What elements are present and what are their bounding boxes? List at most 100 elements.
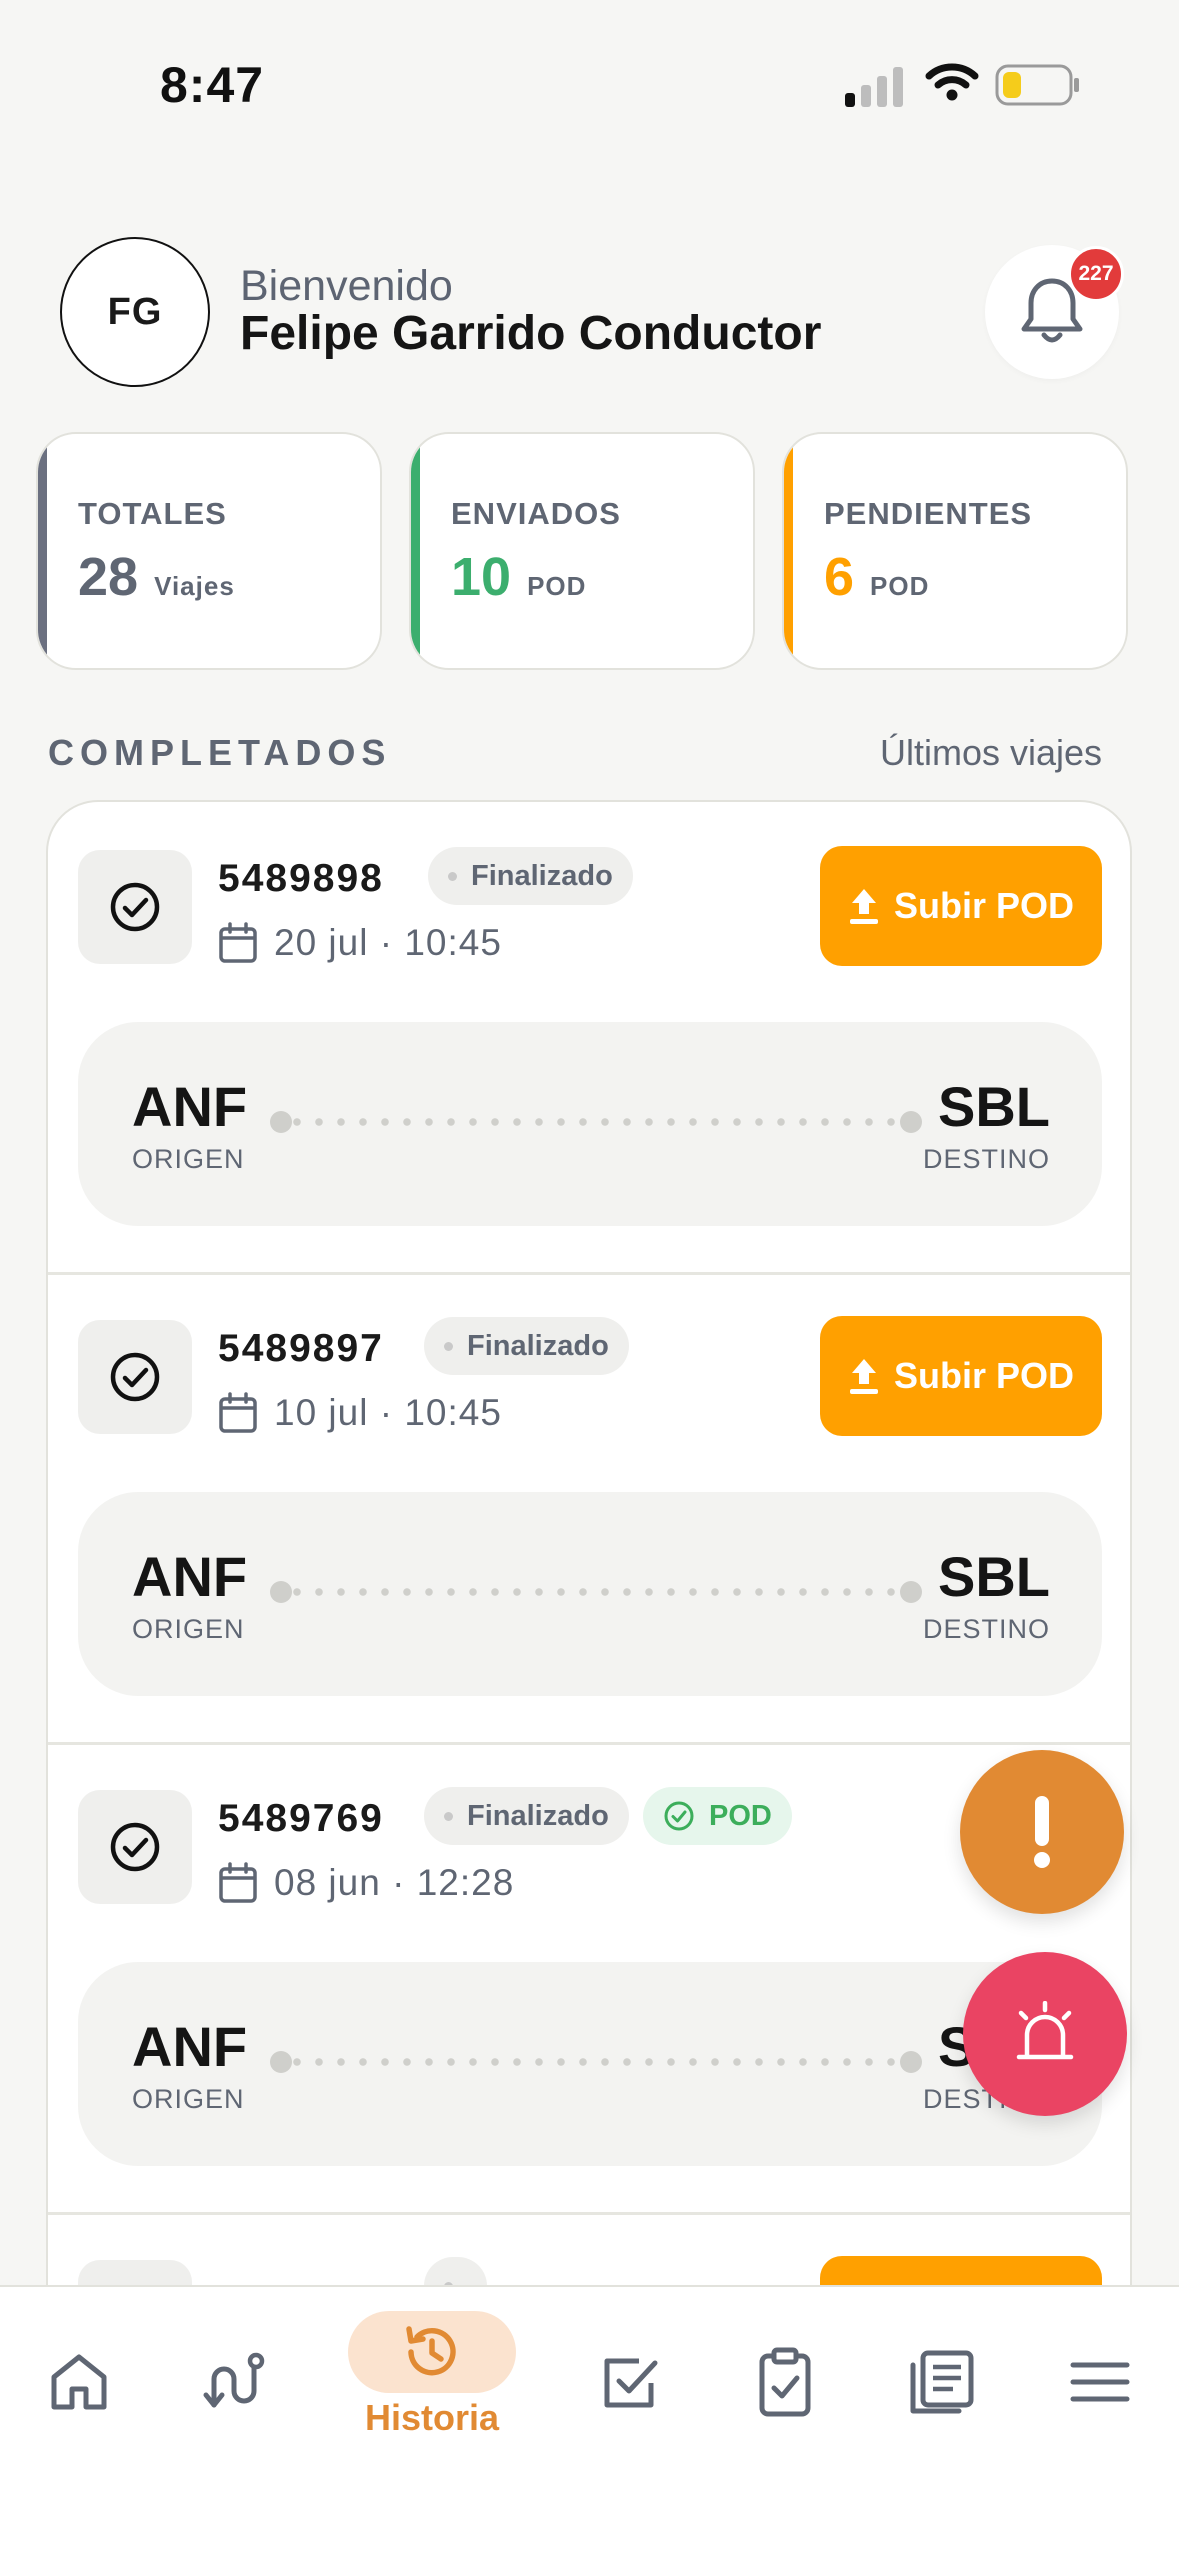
check-circle-icon	[110, 1352, 160, 1402]
nav-tasks[interactable]	[575, 2337, 685, 2427]
nav-home[interactable]	[24, 2337, 134, 2427]
battery-icon	[995, 64, 1081, 111]
route-origin: ANF	[132, 1075, 248, 1138]
stat-accent	[411, 434, 420, 668]
trip-status-icon-box	[78, 2260, 192, 2285]
trip-id: 5489897	[218, 1327, 384, 1370]
route-origin: ANF	[132, 2015, 248, 2078]
route-origin: ANF	[132, 1545, 248, 1608]
stat-label: ENVIADOS	[451, 496, 621, 531]
trip-card[interactable]	[48, 2212, 1130, 2285]
route-destination-label: DESTINO	[922, 1144, 1050, 1174]
stat-card-totales[interactable]: TOTALES 28 Viajes	[36, 432, 382, 670]
status-label: Finalizado	[467, 1799, 609, 1832]
status-badge: Finalizado	[424, 1317, 629, 1375]
stat-unit: POD	[870, 571, 930, 601]
nav-routes[interactable]	[180, 2337, 290, 2427]
nav-checklist[interactable]	[730, 2337, 840, 2427]
nav-history[interactable]	[348, 2311, 516, 2393]
pod-badge: POD	[643, 1787, 792, 1845]
stat-unit: Viajes	[154, 571, 235, 601]
user-name: Felipe Garrido Conductor	[240, 307, 822, 360]
route-panel: ANF ORIGEN SBL DESTINO	[78, 1492, 1102, 1696]
stat-accent	[784, 434, 793, 668]
trip-card[interactable]: 5489897 Finalizado 10 jul · 10:45 Subir …	[48, 1272, 1130, 1745]
upload-icon	[849, 889, 878, 924]
home-icon	[51, 2354, 107, 2410]
notification-badge: 227	[1068, 246, 1124, 302]
exclamation-icon	[1034, 1796, 1050, 1868]
trip-date: 08 jun · 12:28	[274, 1862, 515, 1903]
upload-icon	[849, 1359, 878, 1394]
check-circle-icon	[664, 1801, 694, 1831]
route-destination: SBL	[938, 1545, 1050, 1608]
pod-badge-label: POD	[709, 1799, 772, 1832]
stat-unit: POD	[527, 571, 587, 601]
route-line	[286, 2058, 906, 2066]
last-trips-link[interactable]: Últimos viajes	[880, 732, 1102, 774]
trip-status-icon-box	[78, 1790, 192, 1904]
status-time: 8:47	[160, 57, 265, 113]
alert-fab-button[interactable]	[960, 1750, 1124, 1914]
check-circle-icon	[110, 1822, 160, 1872]
checkbox-icon	[604, 2358, 658, 2408]
nav-menu[interactable]	[1045, 2337, 1155, 2427]
stat-number: 6	[824, 547, 855, 607]
route-destination-label: DESTINO	[922, 1614, 1050, 1644]
status-badge	[424, 2257, 487, 2285]
route-icon	[203, 2352, 265, 2408]
calendar-icon	[219, 1862, 257, 1903]
status-badge: Finalizado	[424, 1787, 629, 1845]
route-line	[286, 1588, 906, 1596]
upload-pod-label: Subir POD	[893, 885, 1075, 926]
stat-value: 6 POD	[824, 546, 929, 608]
stat-card-pendientes[interactable]: PENDIENTES 6 POD	[782, 432, 1128, 670]
menu-icon	[1070, 2362, 1130, 2402]
stat-value: 10 POD	[451, 546, 586, 608]
stat-accent	[38, 434, 47, 668]
trip-date: 20 jul · 10:45	[274, 922, 502, 963]
route-origin-label: ORIGEN	[132, 1614, 245, 1644]
clipboard-icon	[759, 2347, 811, 2417]
status-label: Finalizado	[467, 1329, 609, 1362]
trip-status-icon-box	[78, 850, 192, 964]
calendar-icon	[219, 1392, 257, 1433]
route-destination: SBL	[938, 1075, 1050, 1138]
upload-pod-button[interactable]: Subir POD	[820, 846, 1102, 966]
nav-history-label[interactable]: Historia	[348, 2397, 516, 2439]
route-origin-label: ORIGEN	[132, 2084, 245, 2114]
stat-number: 10	[451, 547, 512, 607]
trip-date: 10 jul · 10:45	[274, 1392, 502, 1433]
check-circle-icon	[110, 882, 160, 932]
status-label: Finalizado	[471, 859, 613, 892]
upload-pod-label: Subir POD	[893, 1355, 1075, 1396]
cellular-signal-icon	[845, 65, 905, 107]
route-end-dot	[900, 1111, 922, 1133]
trip-id: 5489898	[218, 857, 384, 900]
route-line	[286, 1118, 906, 1126]
route-origin-label: ORIGEN	[132, 1144, 245, 1174]
stat-number: 28	[78, 547, 139, 607]
welcome-text: Bienvenido	[240, 262, 453, 310]
trip-id: 5489769	[218, 1797, 384, 1840]
trip-status-icon-box	[78, 1320, 192, 1434]
stat-label: PENDIENTES	[824, 496, 1033, 531]
route-panel: ANF ORIGEN SBL DESTINO	[78, 1962, 1102, 2166]
stat-card-enviados[interactable]: ENVIADOS 10 POD	[409, 432, 755, 670]
nav-documents[interactable]	[887, 2337, 997, 2427]
avatar[interactable]: FG	[60, 237, 210, 387]
status-badge: Finalizado	[428, 847, 633, 905]
stat-label: TOTALES	[78, 496, 227, 531]
upload-pod-button[interactable]	[820, 2256, 1102, 2285]
calendar-icon	[219, 922, 257, 963]
history-icon	[406, 2326, 456, 2376]
trip-card[interactable]: 5489898 Finalizado 20 jul · 10:45 Subir …	[48, 802, 1130, 1275]
route-end-dot	[900, 1581, 922, 1603]
section-title: COMPLETADOS	[48, 732, 392, 773]
emergency-siren-button[interactable]	[963, 1952, 1127, 2116]
route-end-dot	[900, 2051, 922, 2073]
upload-pod-button[interactable]: Subir POD	[820, 1316, 1102, 1436]
bottom-navigation: Historia	[0, 2285, 1179, 2558]
stat-value: 28 Viajes	[78, 546, 235, 608]
siren-icon	[1016, 2001, 1074, 2060]
